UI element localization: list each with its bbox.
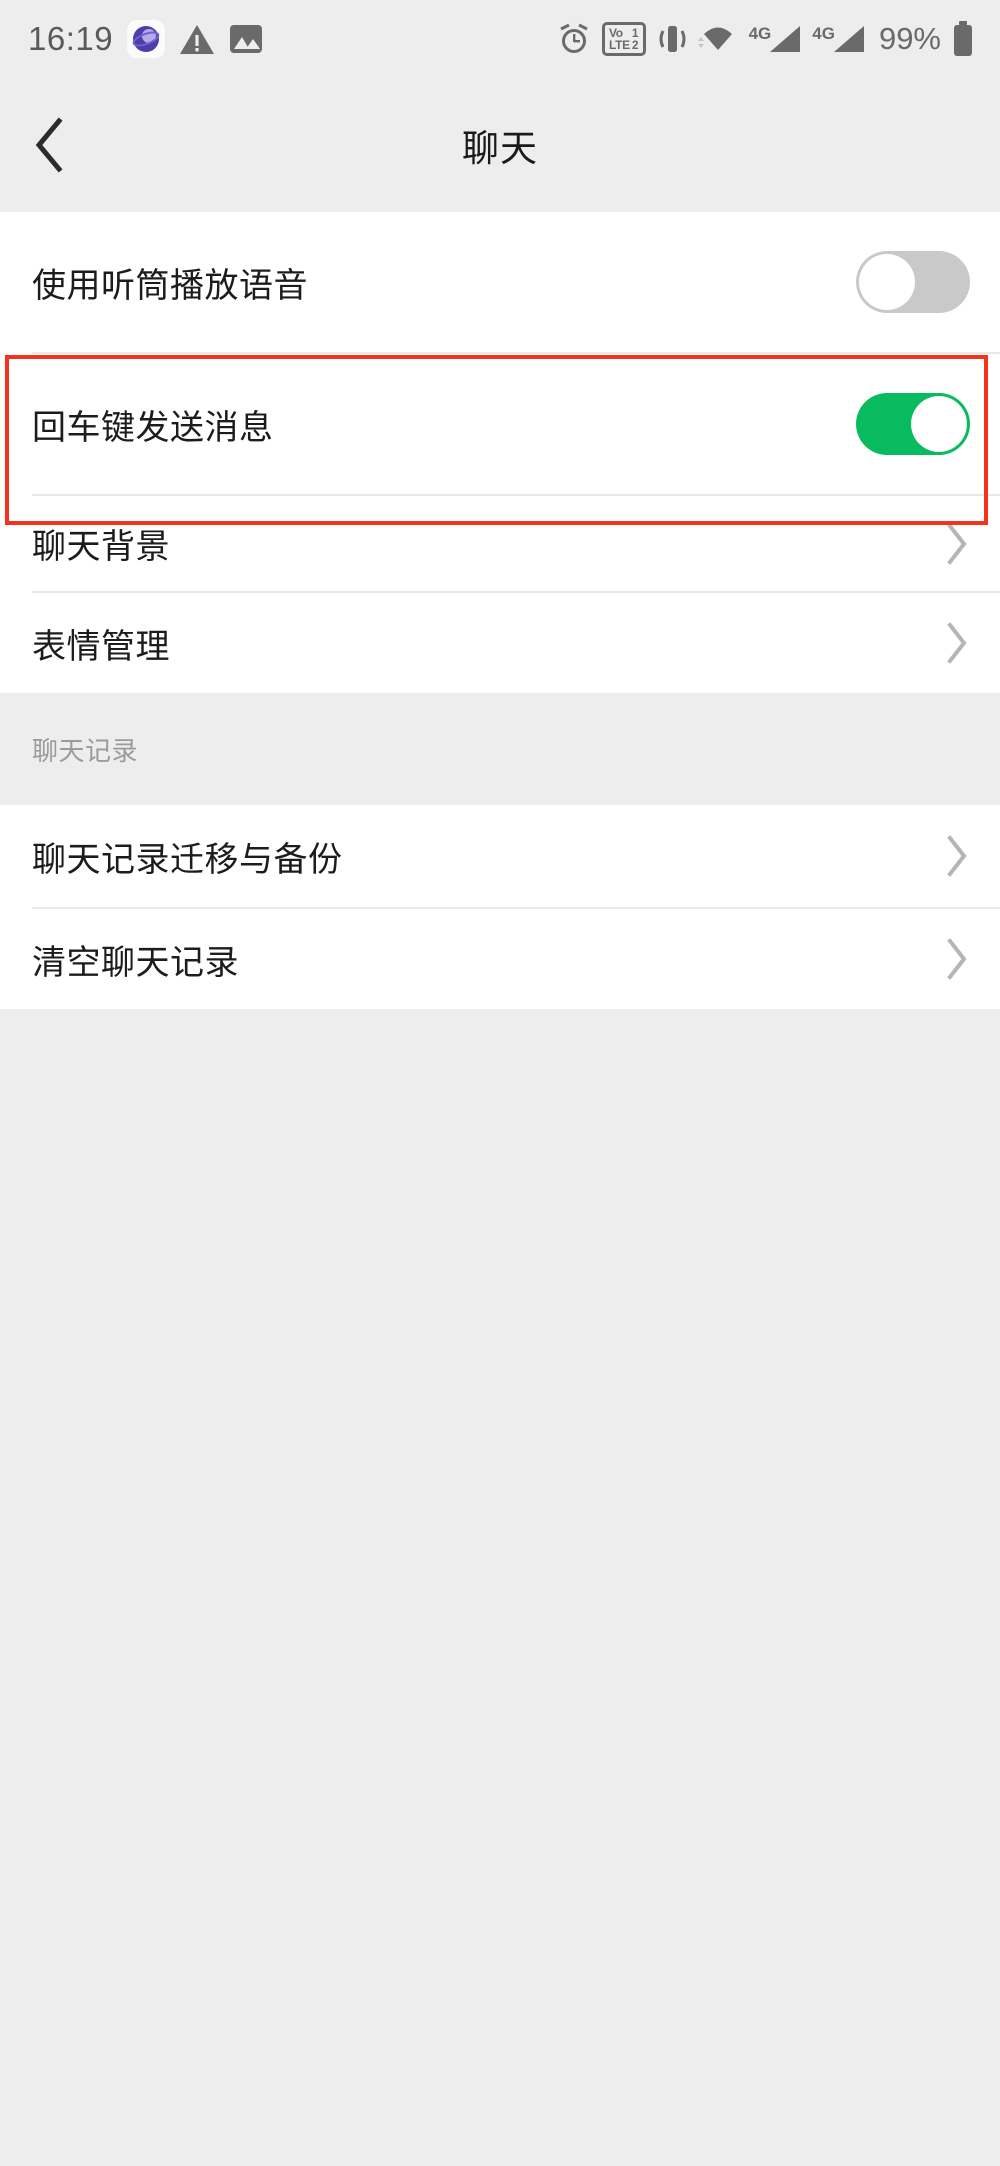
volte-sim2: 2 [631,38,639,52]
app-badge-icon [127,20,166,58]
alarm-clock-icon [557,22,591,56]
chevron-right-icon [944,937,970,981]
row-label-chat-background: 聊天背景 [32,527,170,567]
settings-group-general: 使用听筒播放语音 回车键发送消息 聊天背景 表情管理 [0,212,1000,693]
switch-knob [859,254,915,310]
battery-icon [952,21,974,57]
row-label-clear-chat-history: 清空聊天记录 [32,942,239,983]
signal-4g-2-icon: 4G [812,24,865,54]
row-label-earpiece-playback: 使用听筒播放语音 [32,265,308,306]
status-bar-clock: 16:19 [28,20,114,57]
signal-4g-2-label: 4G [812,24,835,43]
warning-triangle-icon [179,23,215,56]
phone-screen: 16:19 Vo LTE 1 2 4G 4G 99% 聊天 使用听筒播放语音 回… [0,0,1000,2166]
row-chat-background[interactable]: 聊天背景 [0,496,1000,591]
battery-percent-label: 99% [878,21,941,56]
chevron-left-icon [35,117,63,173]
switch-earpiece-playback[interactable] [856,251,970,313]
volte-line2: LTE [608,38,630,52]
wifi-icon [697,22,738,56]
switch-enter-sends-message[interactable] [856,393,970,455]
navigation-bar: 聊天 [0,78,1000,212]
page-title: 聊天 [462,127,538,170]
row-emoji-management[interactable]: 表情管理 [0,593,1000,693]
chevron-right-icon [944,522,970,566]
row-label-enter-sends-message: 回车键发送消息 [32,407,274,448]
switch-knob [911,396,967,452]
chevron-right-icon [944,834,970,878]
row-chat-history-migrate-backup[interactable]: 聊天记录迁移与备份 [0,805,1000,907]
volte-dual-sim-icon: Vo LTE 1 2 [601,22,646,56]
row-label-chat-history-migrate-backup: 聊天记录迁移与备份 [32,839,343,880]
status-bar: 16:19 Vo LTE 1 2 4G 4G 99% [0,0,1000,78]
row-clear-chat-history[interactable]: 清空聊天记录 [0,909,1000,1009]
signal-4g-1-icon: 4G [749,24,802,54]
status-bar-left: 16:19 [28,20,263,58]
chevron-right-icon [944,621,970,665]
status-bar-right: Vo LTE 1 2 4G 4G 99% [557,21,974,57]
section-header-label: 聊天记录 [32,736,139,767]
section-header-chat-history: 聊天记录 [0,693,1000,805]
settings-group-chat-history: 聊天记录迁移与备份 清空聊天记录 [0,805,1000,1009]
row-label-emoji-management: 表情管理 [32,626,170,667]
image-icon [229,23,263,55]
row-earpiece-playback[interactable]: 使用听筒播放语音 [0,212,1000,352]
row-enter-sends-message[interactable]: 回车键发送消息 [0,354,1000,494]
back-button[interactable] [18,113,82,177]
vibrate-icon [657,22,687,56]
signal-4g-1-label: 4G [748,24,772,43]
